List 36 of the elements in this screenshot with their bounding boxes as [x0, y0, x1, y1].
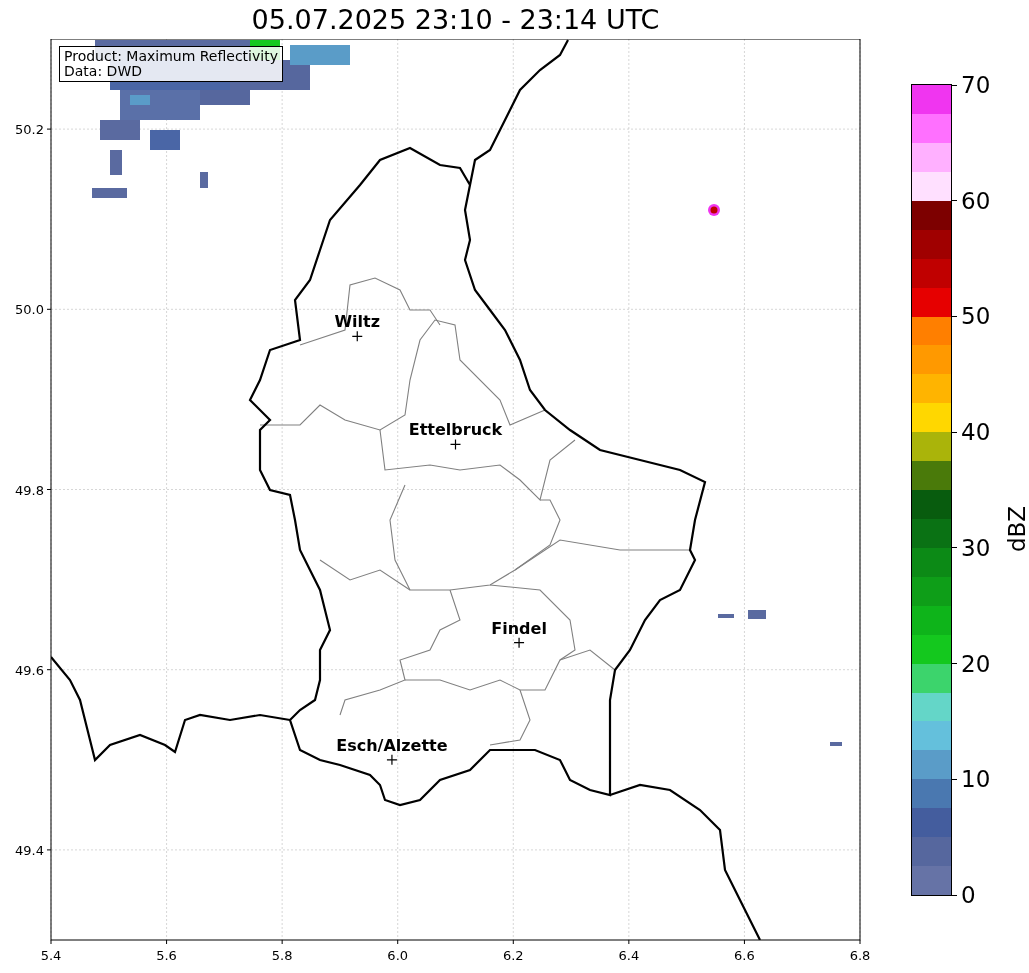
axis-tick-label: 5.6: [156, 948, 177, 963]
axis-tick-label: 6.2: [502, 948, 524, 963]
radar-echo-drawing: [830, 742, 842, 746]
colorbar-label: dBZ: [1004, 505, 1029, 552]
city-marker: [513, 637, 525, 649]
axis-tick-label: 49.6: [15, 662, 44, 678]
colorbar-tick-label: 20: [961, 650, 991, 677]
axis-tick-label: 50.2: [15, 122, 44, 138]
city-label: Wiltz: [334, 312, 381, 332]
city-label: Ettelbruck: [408, 420, 503, 440]
city-label: Esch/Alzette: [336, 735, 448, 755]
axis-tick-label: 5.8: [271, 948, 293, 963]
radar-echo-drawing: [708, 204, 720, 216]
colorbar-tick-label: 70: [961, 72, 991, 98]
colorbar-tick-label: 0: [961, 882, 976, 908]
axis-tick-label: 5.4: [40, 948, 62, 963]
colorbar-tick-label: 60: [961, 187, 991, 214]
info-text: Product: Maximum Reflectivity: [64, 49, 278, 64]
city-marker: [449, 438, 462, 451]
colorbar-tick-label: 30: [961, 534, 991, 561]
radar-echo-drawing: [718, 610, 766, 619]
city-label: Findel: [491, 618, 547, 638]
colorbar-tick-label: 10: [961, 766, 991, 793]
colorbar-tick-label: 50: [961, 303, 991, 330]
axis-tick-label: 49.4: [15, 842, 44, 858]
axis-tick-label: 6.0: [387, 948, 409, 963]
city-marker: [351, 330, 363, 342]
axis-tick-label: 50.0: [15, 302, 44, 318]
axis-tick-label: 6.4: [618, 948, 640, 963]
axis-tick-label: 49.8: [15, 482, 44, 498]
colorbar-tick-label: 40: [961, 419, 991, 446]
axis-tick-label: 6.6: [734, 948, 755, 963]
map-title: 05.07.2025 23:10 - 23:14 UTC: [250, 3, 661, 37]
info-text: Data: DWD: [64, 64, 143, 79]
city-marker: [386, 754, 398, 766]
axis-tick-label: 6.8: [849, 948, 870, 963]
